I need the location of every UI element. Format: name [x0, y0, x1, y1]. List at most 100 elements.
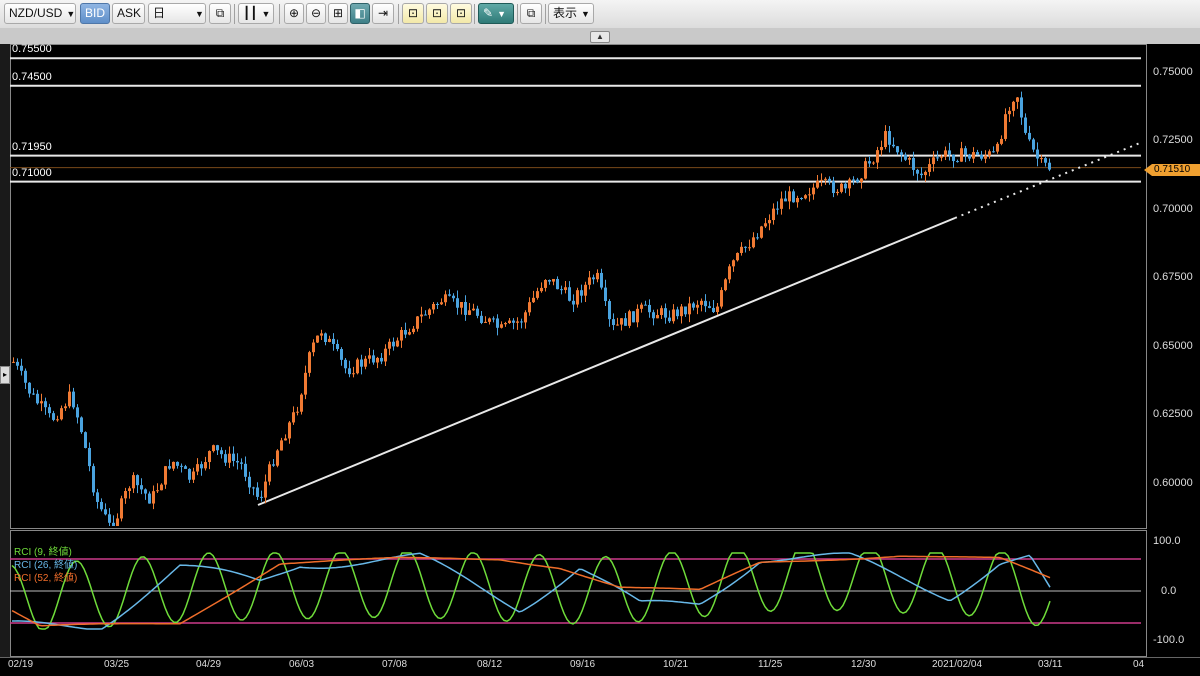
candle-body [76, 407, 79, 418]
candle-body [68, 391, 71, 407]
candle-body [720, 290, 723, 307]
candle-body [84, 432, 87, 448]
candle-body [552, 278, 555, 282]
candle-body [540, 287, 543, 292]
candle-body [452, 295, 455, 299]
candle-body [476, 308, 479, 316]
candle-body [752, 237, 755, 248]
candle-body [168, 466, 171, 469]
candle-body [472, 308, 475, 311]
candle-body [920, 173, 923, 176]
candle-body [1028, 132, 1031, 140]
candle-body [896, 146, 899, 153]
candle-body [932, 157, 935, 165]
candle-body [264, 481, 267, 498]
candle-body [444, 294, 447, 303]
candle-body [400, 329, 403, 341]
candle-body [24, 370, 27, 383]
candle-body [608, 301, 611, 320]
candle-body [420, 314, 423, 317]
candle-body [48, 407, 51, 414]
candle-body [280, 440, 283, 451]
candle-body [176, 461, 179, 466]
candle-body [44, 401, 47, 408]
price-tick: 0.75000 [1153, 66, 1193, 78]
candle-body [268, 464, 271, 482]
candle-body [760, 226, 763, 238]
candle-body [688, 303, 691, 315]
price-tick: 0.60000 [1153, 477, 1193, 489]
candle-body [1000, 138, 1003, 144]
candle-body [440, 302, 443, 305]
candle-body [148, 493, 151, 504]
date-tick: 12/30 [851, 659, 877, 670]
candle-body [92, 466, 95, 493]
candle-body [152, 491, 155, 504]
candle-body [216, 445, 219, 451]
date-tick: 04/29 [196, 659, 222, 670]
candle-body [908, 157, 911, 160]
candle-body [512, 320, 515, 323]
candle-body [684, 306, 687, 315]
candle-body [276, 450, 279, 466]
candle-body [272, 464, 275, 466]
candle-body [228, 453, 231, 463]
date-tick: 2021/02/04 [932, 659, 983, 670]
candle-body [732, 260, 735, 267]
candle-body [260, 496, 263, 498]
candle-body [144, 489, 147, 494]
candle-body [612, 319, 615, 326]
candle-body [764, 223, 767, 227]
candle-body [892, 144, 895, 147]
candle-body [660, 308, 663, 315]
candle-body [388, 341, 391, 349]
candle-body [756, 237, 759, 239]
price-tick: 0.67500 [1153, 271, 1193, 283]
candle-body [656, 314, 659, 319]
candle-body [728, 266, 731, 280]
candle-body [740, 246, 743, 253]
candle-body [924, 171, 927, 176]
candle-body [992, 151, 995, 153]
candle-body [500, 324, 503, 328]
candle-body [252, 487, 255, 489]
candle-body [236, 460, 239, 463]
candle-body [724, 279, 727, 291]
candle-body [628, 311, 631, 326]
candle-body [1020, 97, 1023, 118]
candle-body [616, 324, 619, 326]
candle-body [80, 417, 83, 433]
candle-body [696, 304, 699, 308]
candle-body [1024, 117, 1027, 133]
candle-body [676, 309, 679, 317]
candle-body [904, 154, 907, 160]
candle-body [520, 321, 523, 323]
candle-body [984, 155, 987, 159]
chart-canvas [10, 57, 1141, 630]
date-tick: 07/08 [382, 659, 408, 670]
candle-body [188, 468, 191, 480]
candle-body [836, 191, 839, 194]
candle-body [424, 314, 427, 316]
candle-body [404, 329, 407, 335]
candle-body [916, 169, 919, 174]
candle-body [604, 287, 607, 302]
date-tick: 06/03 [289, 659, 315, 670]
candle-body [384, 348, 387, 362]
candle-body [412, 328, 415, 333]
candle-body [712, 307, 715, 313]
candle-body [108, 514, 111, 523]
candle-body [300, 394, 303, 412]
candle-body [336, 343, 339, 350]
candle-body [980, 154, 983, 159]
price-tick: 0.65000 [1153, 340, 1193, 352]
candle-body [204, 462, 207, 469]
candle-body [792, 191, 795, 203]
candle-body [196, 464, 199, 472]
candle-body [72, 391, 75, 408]
candle-body [156, 490, 159, 492]
candle-body [340, 349, 343, 360]
candle-body [308, 352, 311, 373]
candle-body [536, 291, 539, 298]
candle-body [548, 279, 551, 282]
